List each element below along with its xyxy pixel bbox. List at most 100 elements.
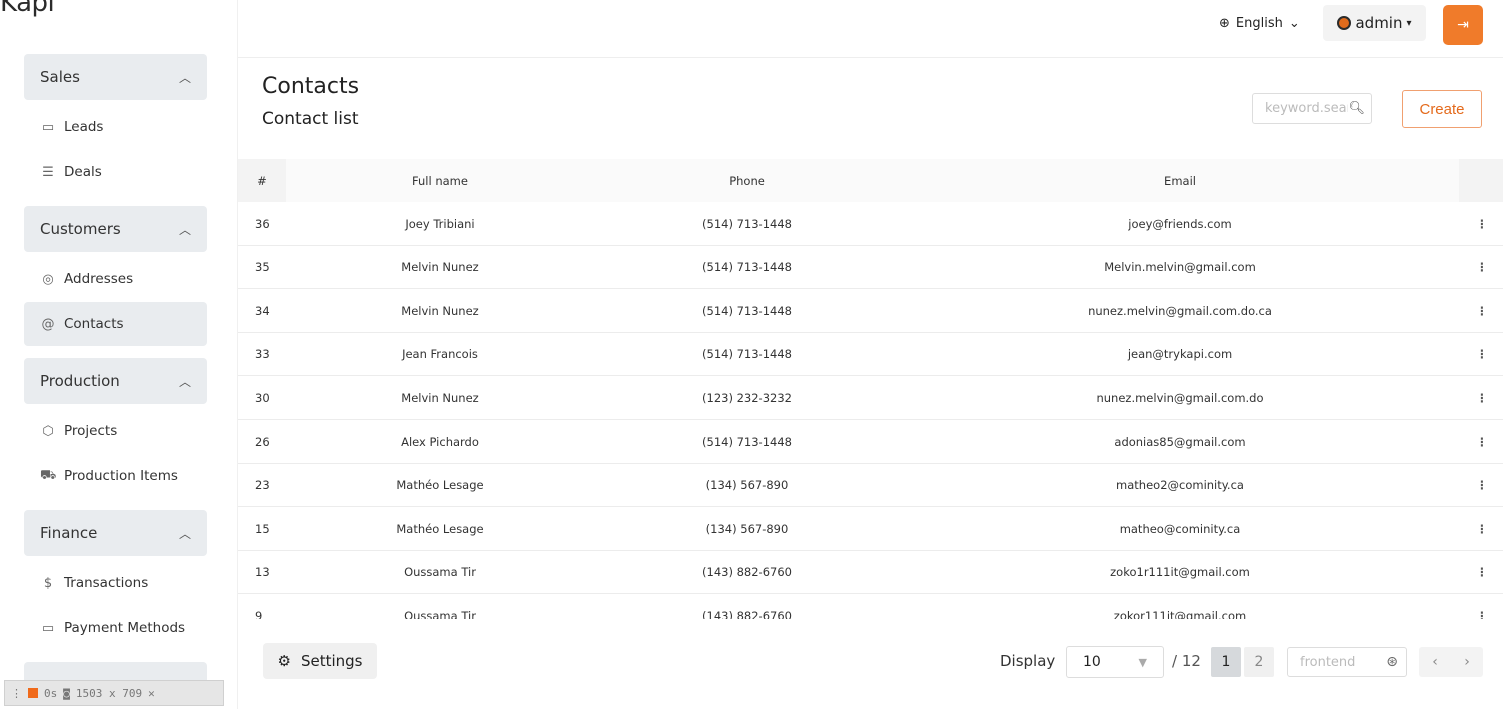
cell-phone: (514) 713-1448: [702, 434, 792, 449]
more-vertical-icon[interactable]: ⋮: [1476, 246, 1488, 289]
section-title: Production: [40, 372, 120, 390]
more-vertical-icon[interactable]: ⋮: [1476, 464, 1488, 507]
cell-id: 26: [255, 434, 270, 449]
goto-page-input[interactable]: frontend ⊛: [1287, 647, 1407, 677]
cell-full-name: Joey Tribiani: [405, 216, 475, 231]
cell-id: 23: [255, 478, 270, 493]
chevron-down-icon: ⌄: [1288, 16, 1300, 31]
user-menu[interactable]: admin ▾: [1323, 5, 1426, 41]
table-row[interactable]: 15 Mathéo Lesage (134) 567-890 matheo@comin…: [238, 507, 1503, 551]
sidebar-item-leads[interactable]: ▭ Leads: [24, 105, 207, 149]
page-size-value: 10: [1083, 654, 1101, 670]
sidebar-item-deals[interactable]: ☰ Deals: [24, 150, 207, 194]
table-row[interactable]: 9 Oussama Tir (143) 882-6760 zokor111it@gma…: [238, 594, 1503, 619]
settings-button[interactable]: ⚙ Settings: [263, 643, 377, 679]
chevron-up-icon: ︿: [178, 222, 191, 237]
drag-handle-icon[interactable]: ⋮: [11, 687, 22, 700]
location-pin-icon: ◎: [42, 271, 54, 287]
create-button[interactable]: Create: [1402, 90, 1482, 128]
cell-phone: (134) 567-890: [705, 478, 789, 493]
cell-id: 15: [255, 521, 270, 536]
page-subtitle: Contact list: [262, 109, 359, 129]
sidebar-item-contacts[interactable]: @ Contacts: [24, 302, 207, 346]
column-header-full-name[interactable]: Full name: [338, 159, 542, 202]
logout-button[interactable]: ⇥: [1443, 5, 1483, 45]
column-header-actions: [1459, 159, 1503, 202]
column-header-email[interactable]: Email: [1030, 159, 1330, 202]
close-icon[interactable]: ✕: [148, 687, 155, 700]
more-vertical-icon[interactable]: ⋮: [1476, 289, 1488, 332]
cell-id: 33: [255, 347, 270, 362]
arrow-right-circle-icon[interactable]: ⊛: [1386, 654, 1398, 670]
sidebar-section-finance[interactable]: Finance ︿: [24, 510, 207, 556]
sidebar-section-customers[interactable]: Customers ︿: [24, 206, 207, 252]
table-row[interactable]: 30 Melvin Nunez (123) 232-3232 nunez.melvin…: [238, 376, 1503, 420]
more-vertical-icon[interactable]: ⋮: [1476, 420, 1488, 463]
section-title: Customers: [40, 220, 121, 238]
logout-icon: ⇥: [1457, 17, 1469, 33]
table-row[interactable]: 26 Alex Pichardo (514) 713-1448 adonias85@g…: [238, 420, 1503, 464]
search-icon[interactable]: 🔍︎: [1348, 101, 1365, 116]
column-header-phone[interactable]: Phone: [647, 159, 847, 202]
page-size-select[interactable]: 10 ▼: [1066, 646, 1164, 678]
table-row[interactable]: 34 Melvin Nunez (514) 713-1448 nunez.melvin…: [238, 289, 1503, 333]
cell-full-name: Mathéo Lesage: [396, 478, 484, 493]
cell-id: 9: [255, 608, 263, 619]
chevron-up-icon: ︿: [178, 70, 191, 85]
avatar: [1337, 16, 1352, 30]
chevron-down-icon: ▼: [1138, 655, 1147, 669]
column-header-number[interactable]: #: [238, 159, 286, 202]
table-row[interactable]: 35 Melvin Nunez (514) 713-1448 Melvin.melvi…: [238, 246, 1503, 290]
cell-id: 34: [255, 303, 270, 318]
devtools-bar: ⋮ 0s ◙ 1503 x 709 ✕: [4, 680, 224, 706]
sidebar-item-transactions[interactable]: $ Transactions: [24, 561, 207, 605]
cell-email: jean@trykapi.com: [1127, 347, 1233, 362]
camera-icon[interactable]: ◙: [63, 687, 70, 700]
gear-icon: ⚙: [277, 652, 291, 670]
more-vertical-icon[interactable]: ⋮: [1476, 333, 1488, 376]
at-icon: @: [41, 316, 55, 332]
page-button-1[interactable]: 1: [1211, 647, 1241, 677]
sidebar-item-production-items[interactable]: ⛟ Production Items: [24, 454, 207, 498]
more-vertical-icon[interactable]: ⋮: [1476, 551, 1488, 594]
more-vertical-icon[interactable]: ⋮: [1476, 376, 1488, 419]
dollar-icon: $: [43, 575, 53, 591]
user-name: admin: [1355, 14, 1403, 32]
cell-email: matheo2@cominity.ca: [1116, 478, 1244, 493]
cell-id: 13: [255, 565, 270, 580]
chevron-right-icon[interactable]: ›: [1464, 654, 1470, 670]
record-icon[interactable]: [28, 688, 38, 698]
more-vertical-icon[interactable]: ⋮: [1476, 202, 1488, 245]
language-label: English: [1235, 16, 1283, 31]
page-button-2[interactable]: 2: [1244, 647, 1274, 677]
table-row[interactable]: 13 Oussama Tir (143) 882-6760 zoko1r111it@g…: [238, 551, 1503, 595]
cell-email: joey@friends.com: [1128, 216, 1232, 231]
settings-label: Settings: [300, 652, 363, 670]
more-vertical-icon[interactable]: ⋮: [1476, 594, 1488, 619]
table-row[interactable]: 36 Joey Tribiani (514) 713-1448 joey@friend…: [238, 202, 1503, 246]
sidebar-item-payment-methods[interactable]: ▭ Payment Methods: [24, 606, 207, 650]
sidebar-item-projects[interactable]: ⬡ Projects: [24, 409, 207, 453]
cell-email: matheo@cominity.ca: [1119, 521, 1241, 536]
sidebar-section-sales[interactable]: Sales ︿: [24, 54, 207, 100]
sidebar-item-label: Addresses: [64, 271, 134, 287]
caret-down-icon: ▾: [1406, 17, 1412, 29]
sidebar-item-label: Deals: [64, 164, 102, 180]
table-row[interactable]: 33 Jean Francois (514) 713-1448 jean@trykap…: [238, 333, 1503, 377]
devtools-time: 0s: [44, 686, 58, 700]
more-vertical-icon[interactable]: ⋮: [1476, 507, 1488, 550]
sidebar-item-addresses[interactable]: ◎ Addresses: [24, 257, 207, 301]
cell-full-name: Melvin Nunez: [401, 303, 479, 318]
chevron-left-icon[interactable]: ‹: [1432, 654, 1438, 670]
truck-icon: ⛟: [40, 467, 57, 483]
cell-phone: (123) 232-3232: [702, 390, 792, 405]
sidebar-section-production[interactable]: Production ︿: [24, 358, 207, 404]
search-input[interactable]: keyword.search 🔍︎: [1252, 93, 1372, 124]
cell-full-name: Alex Pichardo: [401, 434, 479, 449]
chevron-up-icon: ︿: [178, 374, 191, 389]
language-selector[interactable]: ⊕ English ⌄: [1219, 16, 1300, 31]
table-row[interactable]: 23 Mathéo Lesage (134) 567-890 matheo2@comi…: [238, 464, 1503, 508]
app-logo[interactable]: Kapi: [0, 0, 55, 18]
topbar: [238, 0, 1503, 58]
cell-email: zoko1r111it@gmail.com: [1110, 565, 1250, 580]
